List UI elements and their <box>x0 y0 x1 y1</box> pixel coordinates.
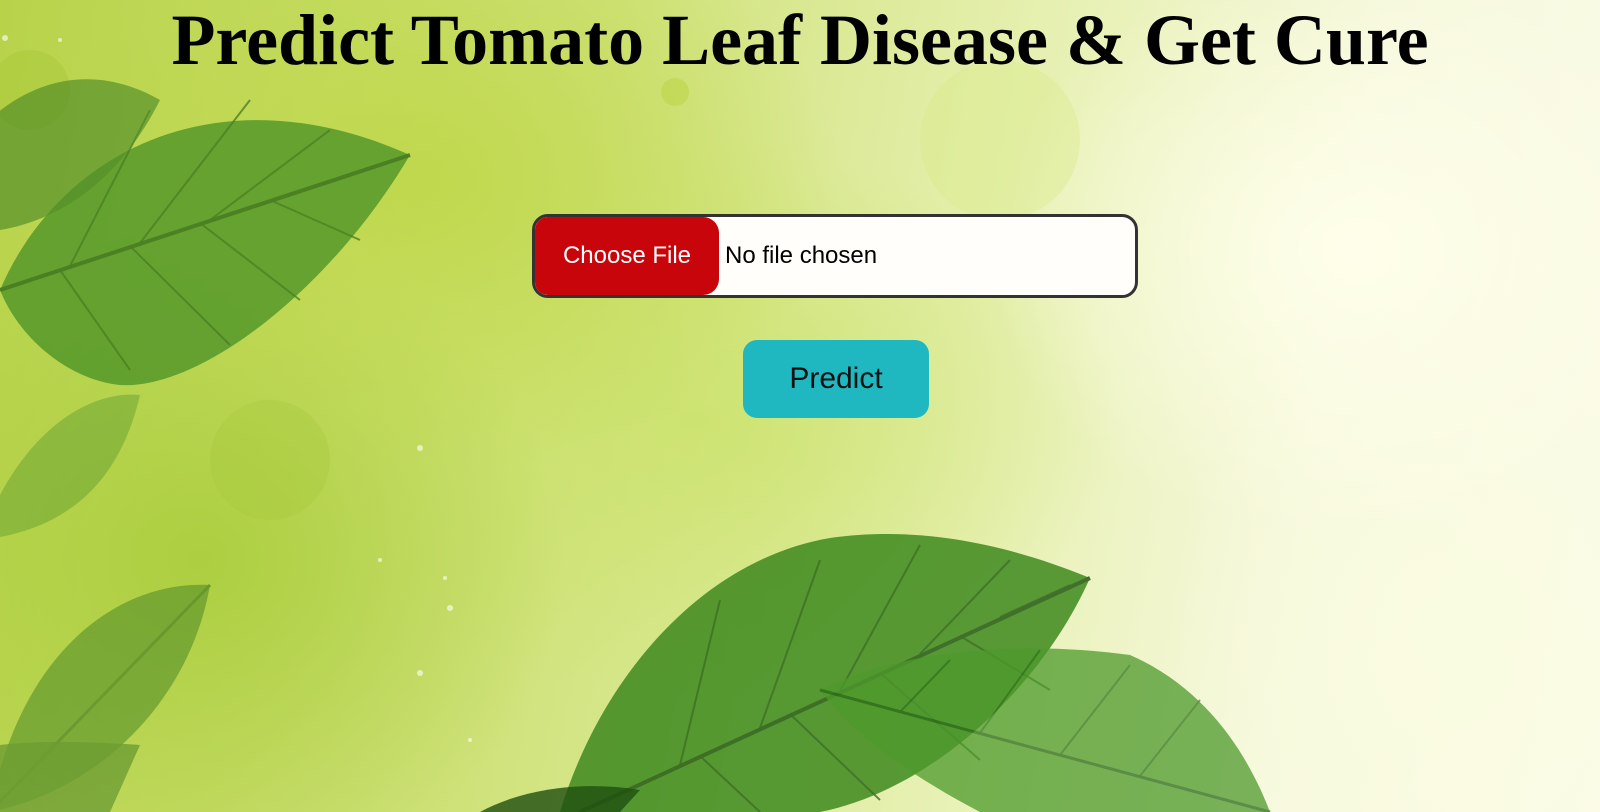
file-input[interactable]: Choose File No file chosen <box>532 214 1138 298</box>
predict-button[interactable]: Predict <box>743 340 929 418</box>
page-title: Predict Tomato Leaf Disease & Get Cure <box>171 0 1429 80</box>
choose-file-button[interactable]: Choose File <box>535 217 719 295</box>
file-status-text: No file chosen <box>725 242 878 269</box>
